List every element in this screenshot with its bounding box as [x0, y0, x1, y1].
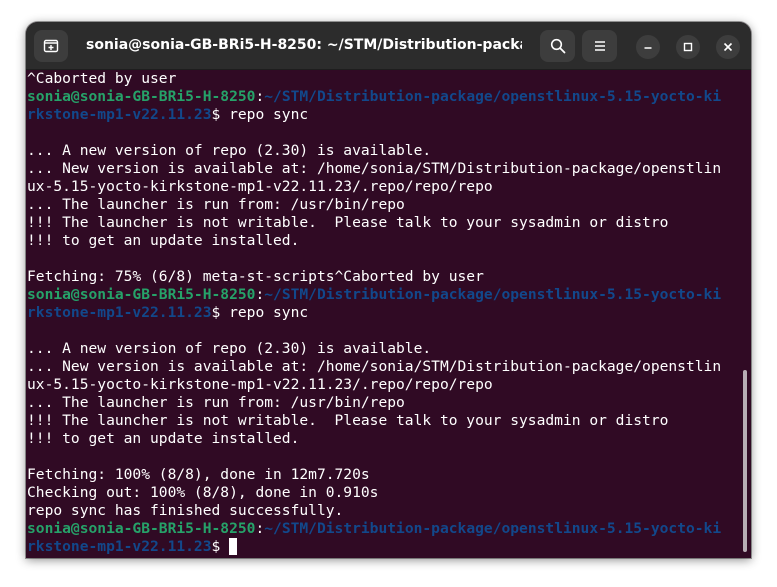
output-text: repo sync has finished successfully.: [27, 502, 344, 519]
output-line: !!! to get an update installed.: [27, 232, 751, 250]
prompt-line: sonia@sonia-GB-BRi5-H-8250:~/STM/Distrib…: [27, 88, 751, 106]
output-line: Fetching: 75% (6/8) meta-st-scripts^Cabo…: [27, 268, 751, 286]
minimize-button[interactable]: [636, 35, 660, 59]
output-text: !!! to get an update installed.: [27, 430, 300, 447]
output-text: Checking out: 100% (8/8), done in 0.910s: [27, 484, 379, 501]
menu-button[interactable]: [582, 30, 617, 62]
prompt-path: rkstone-mp1-v22.11.23: [27, 538, 212, 555]
prompt-line: rkstone-mp1-v22.11.23$: [27, 538, 751, 556]
search-button[interactable]: [540, 30, 575, 62]
terminal-window: sonia@sonia-GB-BRi5-H-8250: ~/STM/Distri…: [26, 22, 751, 558]
output-line: !!! The launcher is not writable. Please…: [27, 412, 751, 430]
output-text: ... A new version of repo (2.30) is avai…: [27, 142, 432, 159]
output-text: ... New version is available at: /home/s…: [27, 160, 722, 177]
output-line: ux-5.15-yocto-kirkstone-mp1-v22.11.23/.r…: [27, 376, 751, 394]
output-line: ... New version is available at: /home/s…: [27, 358, 751, 376]
prompt-separator: :: [255, 88, 265, 105]
output-line: ^Caborted by user: [27, 70, 751, 88]
prompt-path: ~/STM/Distribution-package/openstlinux-5…: [264, 88, 722, 105]
header-bar: sonia@sonia-GB-BRi5-H-8250: ~/STM/Distri…: [26, 22, 751, 70]
output-line: !!! The launcher is not writable. Please…: [27, 214, 751, 232]
prompt-path: ~/STM/Distribution-package/openstlinux-5…: [264, 286, 722, 303]
command-text: $: [211, 538, 230, 555]
command-text: $ repo sync: [211, 304, 309, 321]
output-text: ^Caborted by user: [27, 70, 177, 87]
prompt-path: rkstone-mp1-v22.11.23: [27, 304, 212, 321]
prompt-user: sonia@sonia-GB-BRi5-H-8250: [27, 520, 256, 537]
output-line: repo sync has finished successfully.: [27, 502, 751, 520]
output-line: !!! to get an update installed.: [27, 430, 751, 448]
prompt-separator: :: [255, 520, 265, 537]
output-text: Fetching: 100% (8/8), done in 12m7.720s: [27, 466, 370, 483]
output-line: ... The launcher is run from: /usr/bin/r…: [27, 196, 751, 214]
output-line: ux-5.15-yocto-kirkstone-mp1-v22.11.23/.r…: [27, 178, 751, 196]
window-title: sonia@sonia-GB-BRi5-H-8250: ~/STM/Distri…: [86, 37, 522, 53]
output-text: ... A new version of repo (2.30) is avai…: [27, 340, 432, 357]
prompt-line: rkstone-mp1-v22.11.23$ repo sync: [27, 304, 751, 322]
output-line: ... The launcher is run from: /usr/bin/r…: [27, 394, 751, 412]
output-text: ux-5.15-yocto-kirkstone-mp1-v22.11.23/.r…: [27, 376, 493, 393]
output-text: Fetching: 75% (6/8) meta-st-scripts^Cabo…: [27, 268, 484, 285]
prompt-path: rkstone-mp1-v22.11.23: [27, 106, 212, 123]
maximize-button[interactable]: [676, 35, 700, 59]
output-line: Checking out: 100% (8/8), done in 0.910s: [27, 484, 751, 502]
close-icon: [723, 42, 733, 52]
prompt-line: sonia@sonia-GB-BRi5-H-8250:~/STM/Distrib…: [27, 286, 751, 304]
output-text: !!! The launcher is not writable. Please…: [27, 214, 669, 231]
output-line: ... New version is available at: /home/s…: [27, 160, 751, 178]
output-text: !!! to get an update installed.: [27, 232, 300, 249]
prompt-line: sonia@sonia-GB-BRi5-H-8250:~/STM/Distrib…: [27, 520, 751, 538]
output-line: ... A new version of repo (2.30) is avai…: [27, 340, 751, 358]
prompt-separator: :: [255, 286, 265, 303]
prompt-user: sonia@sonia-GB-BRi5-H-8250: [27, 286, 256, 303]
hamburger-menu-icon: [594, 41, 605, 51]
output-text: ... The launcher is run from: /usr/bin/r…: [27, 394, 405, 411]
output-text: ... New version is available at: /home/s…: [27, 358, 722, 375]
prompt-user: sonia@sonia-GB-BRi5-H-8250: [27, 88, 256, 105]
output-text: !!! The launcher is not writable. Please…: [27, 412, 669, 429]
scrollbar[interactable]: [743, 370, 747, 552]
output-text: ux-5.15-yocto-kirkstone-mp1-v22.11.23/.r…: [27, 178, 493, 195]
output-line: ... A new version of repo (2.30) is avai…: [27, 142, 751, 160]
maximize-icon: [683, 42, 693, 52]
prompt-line: rkstone-mp1-v22.11.23$ repo sync: [27, 106, 751, 124]
prompt-path: ~/STM/Distribution-package/openstlinux-5…: [264, 520, 722, 537]
new-tab-icon: [43, 39, 59, 53]
output-line: Fetching: 100% (8/8), done in 12m7.720s: [27, 466, 751, 484]
text-cursor: [229, 538, 238, 555]
terminal-output[interactable]: ^Caborted by user sonia@sonia-GB-BRi5-H-8…: [26, 70, 751, 558]
minimize-icon: [644, 47, 652, 49]
command-text: $ repo sync: [211, 106, 309, 123]
search-icon: [550, 38, 565, 54]
output-text: ... The launcher is run from: /usr/bin/r…: [27, 196, 405, 213]
close-button[interactable]: [716, 35, 740, 59]
new-tab-button[interactable]: [34, 30, 68, 62]
